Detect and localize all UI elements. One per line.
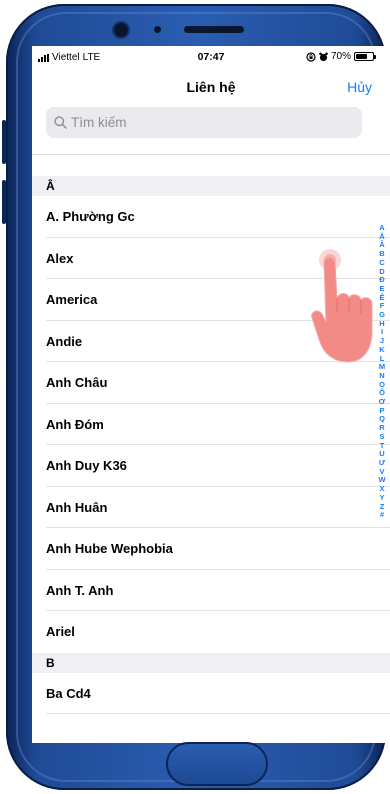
cancel-button[interactable]: Hủy [347,79,372,95]
battery-fill [356,54,368,59]
list-item[interactable]: Anh Huân [32,487,390,529]
home-button[interactable] [166,742,268,786]
list-item[interactable]: A. Phường Gc [32,196,390,238]
list-item[interactable]: Ariel [32,611,390,653]
tap-hand-icon [311,249,373,363]
navigation-bar: Liên hệ Hủy [32,70,390,106]
section-header: B [32,652,390,673]
status-bar: Viettel LTE 07:47 70% [32,46,390,68]
list-item[interactable]: Ba Cd4 [32,673,390,715]
index-letter[interactable]: # [380,510,384,520]
page-title: Liên hệ [186,79,236,95]
battery-percent: 70% [330,51,351,62]
list-item[interactable]: Anh Hube Wephobia [32,528,390,570]
status-right: 70% [306,51,376,62]
alarm-icon [319,52,328,61]
list-item[interactable]: Anh Châu [32,362,390,404]
earpiece-speaker [184,26,244,33]
rotation-lock-icon [306,51,316,62]
volume-up-button [2,120,6,164]
battery-icon [354,52,376,61]
search-icon [54,116,67,129]
list-item[interactable]: Anh T. Anh [32,570,390,612]
volume-down-button [2,180,6,224]
search-placeholder: Tìm kiếm [71,115,127,130]
section-header: Â [32,176,390,196]
list-item[interactable]: Anh Đóm [32,404,390,446]
search-input[interactable]: Tìm kiếm [46,107,362,138]
list-item[interactable]: Anh Duy K36 [32,445,390,487]
proximity-sensor [154,26,161,33]
search-divider [32,154,390,155]
phone-top-bezel [6,18,386,42]
phone-screen: Viettel LTE 07:47 70% Liên hệ Hủy Tìm ki… [32,46,390,743]
front-camera [114,23,128,37]
